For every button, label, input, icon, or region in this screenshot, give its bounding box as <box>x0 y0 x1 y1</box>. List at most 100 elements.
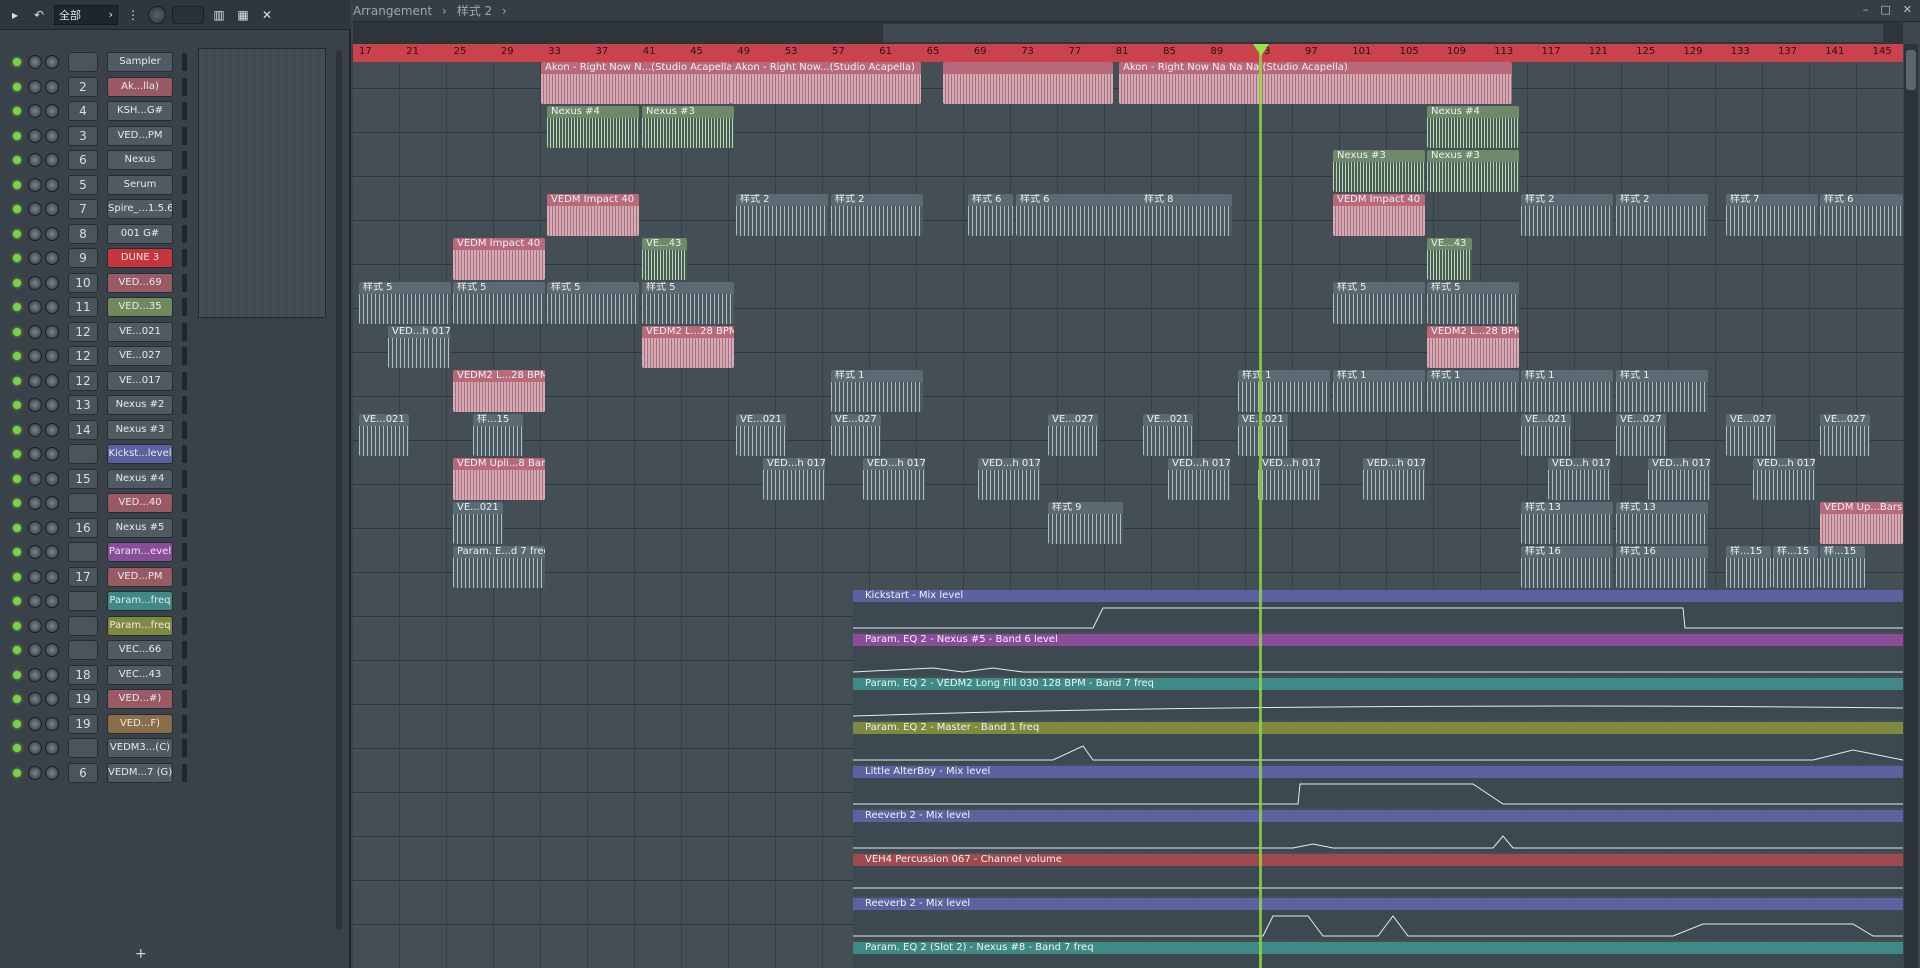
channel-row[interactable]: 8 001 G# <box>0 222 340 246</box>
playlist-clip[interactable]: Nexus #4 <box>547 106 639 148</box>
automation-clip[interactable]: Kickstart - Mix level <box>853 590 1903 632</box>
volume-knob[interactable] <box>45 545 59 559</box>
pan-knob[interactable] <box>28 569 42 584</box>
channel-row[interactable]: Sampler <box>0 50 340 74</box>
channel-select[interactable] <box>182 690 187 708</box>
channel-name-button[interactable]: VED...PM <box>107 566 173 587</box>
graph-slot[interactable] <box>172 5 204 24</box>
playlist-clip[interactable]: VED...h 017 <box>1363 458 1425 500</box>
pan-knob[interactable] <box>28 55 42 69</box>
playlist-clip[interactable]: 样式 5 <box>359 282 451 324</box>
mixer-track-number[interactable] <box>68 493 98 513</box>
channel-select[interactable] <box>182 200 187 218</box>
pan-knob[interactable] <box>28 471 42 486</box>
mixer-track-number[interactable] <box>68 52 98 72</box>
channel-row[interactable]: 13 Nexus #2 <box>0 393 340 417</box>
playlist-clip[interactable]: 样式 2 <box>1521 194 1613 236</box>
mixer-track-number[interactable]: 8 <box>68 223 98 244</box>
channel-select[interactable] <box>182 494 187 512</box>
automation-clip[interactable]: VEH4 Percussion 067 - Channel volume <box>853 854 1903 896</box>
channel-select[interactable] <box>182 665 187 684</box>
mute-led-icon[interactable] <box>13 768 21 777</box>
pan-knob[interactable] <box>28 447 42 461</box>
playlist-clip[interactable]: VE...021 <box>453 502 503 544</box>
channel-name-button[interactable]: 001 G# <box>107 223 173 244</box>
channel-name-button[interactable]: VED...#) <box>107 689 173 709</box>
channel-name-button[interactable]: VED...PM <box>107 125 173 146</box>
mixer-track-number[interactable]: 12 <box>68 346 98 366</box>
playlist-clip[interactable]: 样式 8 <box>1140 194 1232 236</box>
mixer-track-number[interactable]: 16 <box>68 517 98 538</box>
channel-name-button[interactable]: VEC...43 <box>107 664 173 685</box>
channel-name-button[interactable]: VEDM...7 (G) <box>107 762 173 783</box>
playlist-clip[interactable]: VED...h 017 <box>1258 458 1320 500</box>
mute-led-icon[interactable] <box>13 254 21 262</box>
channel-select[interactable] <box>182 567 187 586</box>
pan-knob[interactable] <box>28 692 42 706</box>
playlist-clip[interactable]: 样式 13 <box>1616 502 1708 544</box>
mixer-track-number[interactable]: 6 <box>68 150 98 170</box>
playlist-clip[interactable]: VEDM Impact 40 <box>547 194 639 236</box>
volume-knob[interactable] <box>45 692 59 706</box>
filter-dropdown[interactable]: 全部 › <box>54 4 118 25</box>
mixer-track-number[interactable]: 12 <box>68 321 98 342</box>
playlist-clip[interactable]: VED...h 017 <box>388 326 450 368</box>
playlist-clip[interactable]: Param. E...d 7 freq <box>453 546 545 588</box>
volume-knob[interactable] <box>45 618 59 633</box>
playlist-clip[interactable]: VEDM2 L...28 BPM <box>642 326 734 368</box>
channel-name-button[interactable]: VEDM3...(C) <box>107 738 173 758</box>
overview-thumb[interactable] <box>883 24 1883 42</box>
mute-led-icon[interactable] <box>13 156 21 164</box>
mixer-track-number[interactable]: 18 <box>68 664 98 685</box>
playlist-clip[interactable]: VE...027 <box>1048 414 1098 456</box>
playlist-clip[interactable]: 样式 1 <box>1333 370 1425 412</box>
channel-row[interactable]: 18 VEC...43 <box>0 663 340 687</box>
channel-row[interactable]: 17 VED...PM <box>0 565 340 589</box>
channel-row[interactable]: VEDM3...(C) <box>0 736 340 760</box>
playlist-clip[interactable]: 样式 2 <box>736 194 828 236</box>
mute-led-icon[interactable] <box>13 229 21 238</box>
mixer-track-number[interactable]: 9 <box>68 248 98 268</box>
pan-knob[interactable] <box>28 765 42 780</box>
channel-row[interactable]: 3 VED...PM <box>0 124 340 148</box>
channel-name-button[interactable]: VE...017 <box>107 370 173 391</box>
mixer-track-number[interactable] <box>68 444 98 464</box>
channel-name-button[interactable]: VED...F) <box>107 713 173 734</box>
channel-select[interactable] <box>182 396 187 414</box>
mute-led-icon[interactable] <box>13 425 21 434</box>
minimize-icon[interactable]: – <box>1863 3 1869 16</box>
channel-row[interactable]: 6 Nexus <box>0 148 340 172</box>
playlist-clip[interactable]: 样式 6 <box>968 194 1013 236</box>
playlist-clip[interactable]: 样...15 <box>1726 546 1771 588</box>
pan-knob[interactable] <box>28 153 42 167</box>
volume-knob[interactable] <box>45 471 59 486</box>
automation-clip[interactable]: Param. EQ 2 - Master - Band 1 freq <box>853 722 1903 764</box>
playlist-clip[interactable]: 样式 6 <box>1820 194 1903 236</box>
playlist-clip[interactable]: VE...027 <box>831 414 881 456</box>
pan-knob[interactable] <box>28 398 42 412</box>
playlist-clip[interactable]: VE...43 <box>1427 238 1472 280</box>
pan-knob[interactable] <box>28 667 42 682</box>
channel-select[interactable] <box>182 273 187 292</box>
playlist-clip[interactable]: 样式 5 <box>547 282 639 324</box>
automation-clip[interactable]: Little AlterBoy - Mix level <box>853 766 1903 808</box>
add-channel-button[interactable]: + <box>135 946 147 962</box>
mixer-track-number[interactable]: 3 <box>68 125 98 146</box>
playlist-clip[interactable]: 样式 5 <box>1333 282 1425 324</box>
channel-row[interactable]: 4 KSH...G# <box>0 99 340 123</box>
channel-name-button[interactable]: VED...40 <box>107 493 173 513</box>
volume-knob[interactable] <box>45 643 59 657</box>
mixer-track-number[interactable]: 12 <box>68 370 98 391</box>
playlist-clip[interactable]: VEDM Impact 40 <box>1333 194 1425 236</box>
pan-knob[interactable] <box>28 275 42 290</box>
mute-led-icon[interactable] <box>13 499 21 507</box>
volume-knob[interactable] <box>45 667 59 682</box>
song-overview[interactable] <box>353 22 1903 44</box>
pan-knob[interactable] <box>28 324 42 339</box>
pan-knob[interactable] <box>28 594 42 608</box>
pan-knob[interactable] <box>28 496 42 510</box>
pan-knob[interactable] <box>28 128 42 143</box>
mute-led-icon[interactable] <box>13 376 21 385</box>
channel-select[interactable] <box>182 592 187 610</box>
playlist-clip[interactable]: 样...15 <box>473 414 523 456</box>
